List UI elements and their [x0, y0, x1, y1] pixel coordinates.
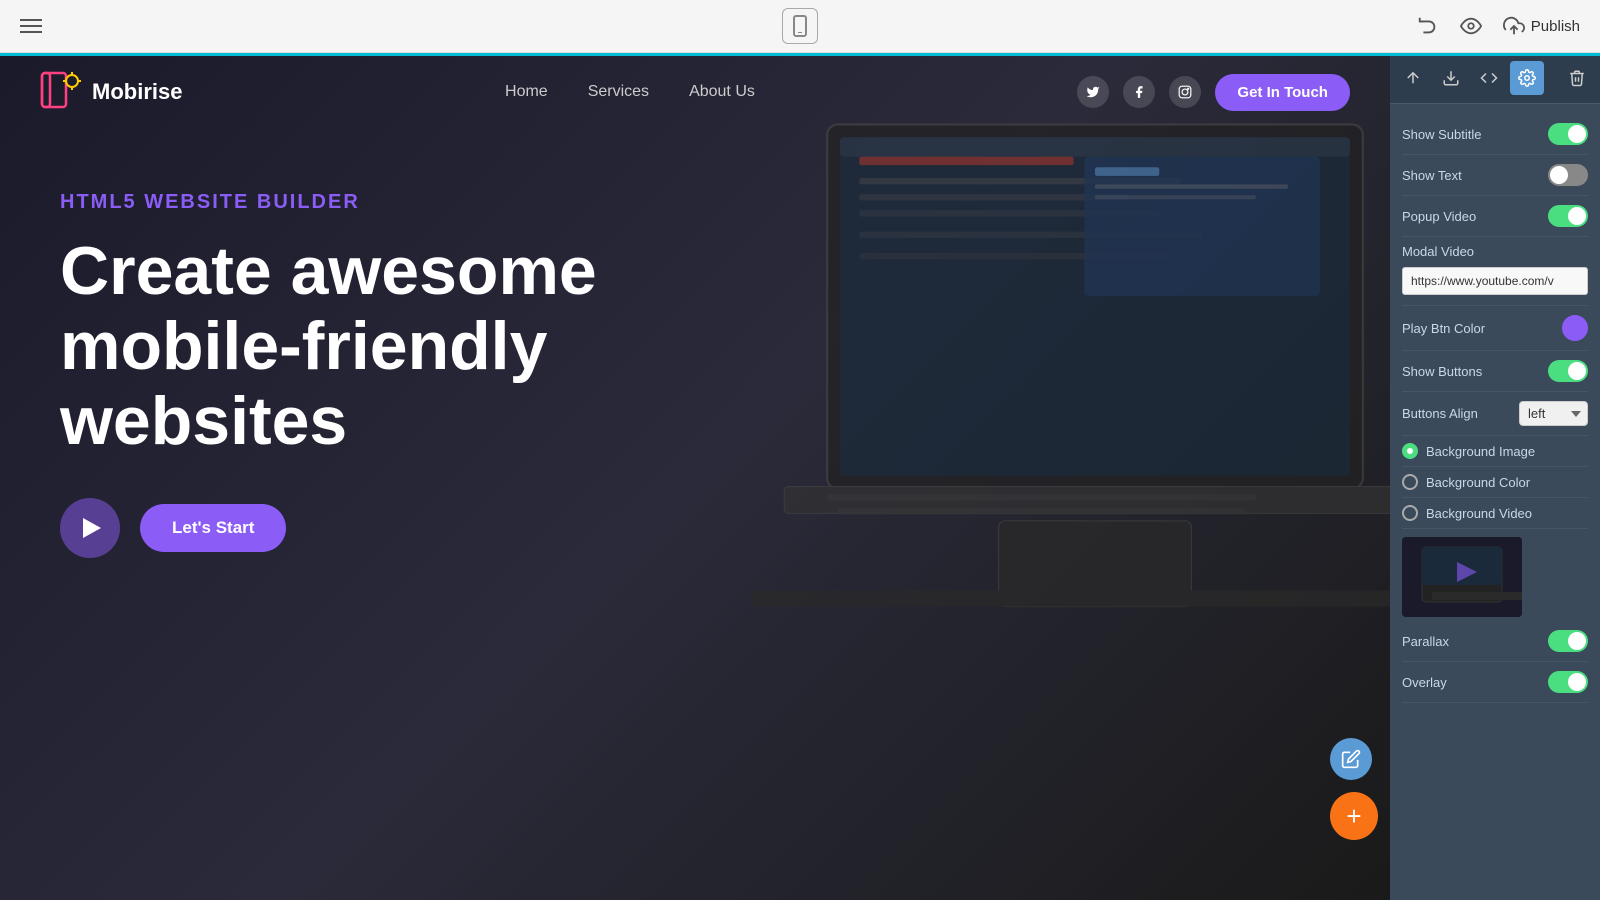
publish-area[interactable]: Publish [1503, 15, 1580, 37]
bg-color-radio[interactable] [1402, 474, 1418, 490]
overlay-toggle[interactable] [1548, 671, 1588, 693]
canvas-top-border [0, 53, 1600, 56]
popup-video-row: Popup Video [1402, 196, 1588, 237]
nav-actions: Get In Touch [1077, 74, 1350, 111]
toolbar-center [782, 8, 818, 44]
hero-title-line1: Create awesome [60, 233, 597, 309]
show-buttons-toggle[interactable] [1548, 360, 1588, 382]
preview-button[interactable] [1459, 15, 1483, 37]
edit-fab-button[interactable] [1330, 738, 1372, 780]
buttons-align-row: Buttons Align left center right [1402, 392, 1588, 436]
bg-image-radio[interactable] [1402, 443, 1418, 459]
canvas-area: Mobirise Home Services About Us Get In T… [0, 53, 1600, 900]
show-buttons-knob [1568, 362, 1586, 380]
hero-section: Mobirise Home Services About Us Get In T… [0, 53, 1390, 900]
upload-icon [1503, 15, 1525, 37]
panel-settings-content: Show Subtitle Show Text Popup Video [1390, 104, 1600, 900]
lets-start-button[interactable]: Let's Start [140, 504, 286, 552]
show-text-label: Show Text [1402, 168, 1462, 183]
nav-link-about[interactable]: About Us [689, 83, 755, 101]
brand-icon [40, 71, 82, 113]
bg-image-row[interactable]: Background Image [1402, 436, 1588, 467]
publish-label: Publish [1531, 18, 1580, 35]
nav-link-services[interactable]: Services [588, 83, 649, 101]
play-btn-color-label: Play Btn Color [1402, 321, 1485, 336]
bg-color-label: Background Color [1426, 475, 1530, 490]
play-btn-color-row: Play Btn Color [1402, 306, 1588, 351]
mobile-preview-button[interactable] [782, 8, 818, 44]
modal-video-input[interactable] [1402, 267, 1588, 295]
nav-links: Home Services About Us [505, 83, 755, 101]
parallax-knob [1568, 632, 1586, 650]
undo-button[interactable] [1417, 15, 1439, 37]
overlay-knob [1568, 673, 1586, 691]
modal-video-label: Modal Video [1402, 244, 1474, 259]
settings-tool-button[interactable] [1510, 61, 1544, 95]
modal-video-row: Modal Video [1402, 237, 1588, 306]
buttons-align-select[interactable]: left center right [1519, 401, 1588, 426]
hero-subtitle: HTML5 WEBSITE BUILDER [60, 191, 1330, 214]
get-in-touch-button[interactable]: Get In Touch [1215, 74, 1350, 111]
pencil-icon [1341, 749, 1361, 769]
show-buttons-row: Show Buttons [1402, 351, 1588, 392]
trash-tool-button[interactable] [1560, 61, 1594, 95]
bg-video-radio[interactable] [1402, 505, 1418, 521]
parallax-label: Parallax [1402, 634, 1449, 649]
play-btn-color-swatch[interactable] [1562, 315, 1588, 341]
instagram-icon[interactable] [1169, 76, 1201, 108]
hero-title: Create awesome mobile-friendly websites [60, 234, 660, 458]
code-icon [1480, 69, 1498, 87]
nav-link-home[interactable]: Home [505, 83, 548, 101]
brand-name: Mobirise [92, 79, 182, 105]
show-subtitle-row: Show Subtitle [1402, 114, 1588, 155]
show-subtitle-label: Show Subtitle [1402, 127, 1482, 142]
trash-icon [1568, 69, 1586, 87]
add-fab-button[interactable]: + [1330, 792, 1378, 840]
hero-title-line2: mobile-friendly websites [60, 308, 547, 459]
panel-toolbar [1390, 53, 1600, 104]
show-text-toggle[interactable] [1548, 164, 1588, 186]
download-icon [1442, 69, 1460, 87]
show-text-knob [1550, 166, 1568, 184]
sort-icon [1404, 69, 1422, 87]
hero-content: HTML5 WEBSITE BUILDER Create awesome mob… [0, 131, 1390, 618]
overlay-label: Overlay [1402, 675, 1447, 690]
popup-video-knob [1568, 207, 1586, 225]
show-subtitle-toggle[interactable] [1548, 123, 1588, 145]
phone-outline-icon [793, 15, 807, 37]
plus-icon: + [1346, 801, 1361, 832]
toolbar-right: Publish [1417, 15, 1580, 37]
parallax-toggle[interactable] [1548, 630, 1588, 652]
show-buttons-label: Show Buttons [1402, 364, 1482, 379]
play-video-button[interactable] [60, 498, 120, 558]
settings-panel: Show Subtitle Show Text Popup Video [1390, 53, 1600, 900]
hamburger-menu-button[interactable] [20, 19, 42, 33]
code-tool-button[interactable] [1472, 61, 1506, 95]
bg-video-row[interactable]: Background Video [1402, 498, 1588, 529]
settings-icon [1518, 69, 1536, 87]
overlay-row: Overlay [1402, 662, 1588, 703]
navbar: Mobirise Home Services About Us Get In T… [0, 53, 1390, 131]
eye-icon [1459, 15, 1483, 37]
popup-video-toggle[interactable] [1548, 205, 1588, 227]
hero-buttons: Let's Start [60, 498, 1330, 558]
buttons-align-label: Buttons Align [1402, 406, 1478, 421]
undo-icon [1417, 15, 1439, 37]
bg-image-label: Background Image [1426, 444, 1535, 459]
show-text-row: Show Text [1402, 155, 1588, 196]
popup-video-label: Popup Video [1402, 209, 1476, 224]
bg-video-label: Background Video [1426, 506, 1532, 521]
parallax-row: Parallax [1402, 621, 1588, 662]
bg-color-row[interactable]: Background Color [1402, 467, 1588, 498]
facebook-icon[interactable] [1123, 76, 1155, 108]
download-tool-button[interactable] [1434, 61, 1468, 95]
sort-tool-button[interactable] [1396, 61, 1430, 95]
toolbar-left [20, 19, 42, 33]
twitter-icon[interactable] [1077, 76, 1109, 108]
brand: Mobirise [40, 71, 182, 113]
play-triangle-icon [83, 518, 101, 538]
top-toolbar: Publish [0, 0, 1600, 53]
background-thumbnail[interactable] [1402, 537, 1522, 617]
show-subtitle-knob [1568, 125, 1586, 143]
